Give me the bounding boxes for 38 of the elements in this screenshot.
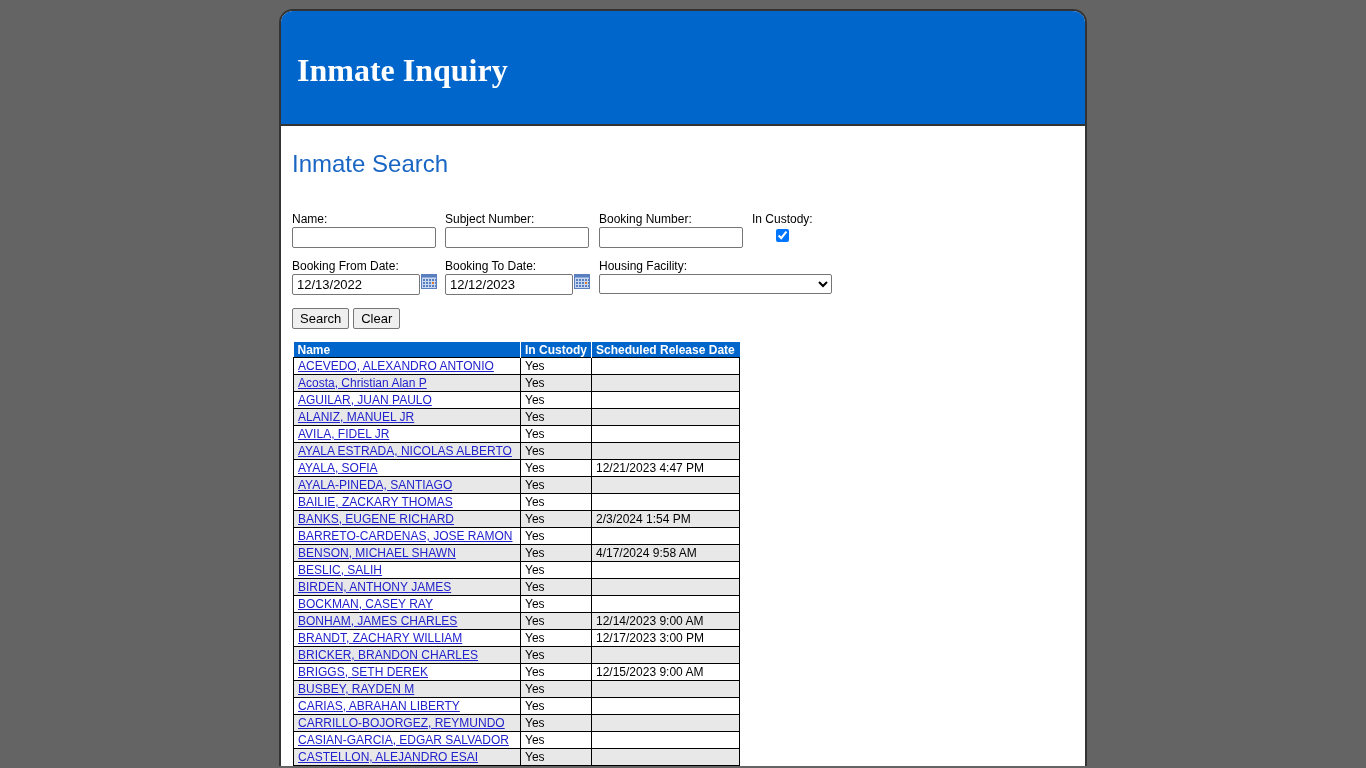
table-cell: 12/17/2023 3:00 PM bbox=[591, 629, 740, 647]
section-heading: Inmate Search bbox=[292, 150, 450, 178]
dropdown[interactable] bbox=[599, 274, 832, 294]
field-label: Name: bbox=[292, 212, 329, 226]
input-field[interactable] bbox=[292, 227, 436, 248]
table-cell: 12/21/2023 4:47 PM bbox=[591, 459, 740, 477]
table-cell: Yes bbox=[520, 459, 592, 477]
date-field[interactable]: 12/13/2022 bbox=[292, 274, 420, 295]
table-cell: Yes bbox=[520, 391, 592, 409]
column-header: Scheduled Release Date bbox=[591, 342, 740, 358]
field-label: Booking To Date: bbox=[445, 259, 538, 273]
table-cell: Yes bbox=[520, 493, 592, 511]
column-header: Name bbox=[293, 342, 521, 358]
calendar-icon[interactable] bbox=[421, 274, 437, 289]
page-title: Inmate Inquiry bbox=[297, 52, 508, 89]
date-field[interactable]: 12/12/2023 bbox=[445, 274, 573, 295]
table-cell: Yes bbox=[520, 629, 592, 647]
field-label: In Custody: bbox=[752, 212, 813, 226]
table-cell: 12/15/2023 9:00 AM bbox=[591, 663, 740, 681]
table-cell: Yes bbox=[520, 595, 592, 613]
calendar-icon[interactable] bbox=[574, 274, 590, 289]
table-cell: Yes bbox=[520, 697, 592, 715]
table-cell: Yes bbox=[520, 731, 592, 749]
checkbox[interactable] bbox=[775, 229, 789, 242]
table-cell: Yes bbox=[520, 663, 592, 681]
field-label: Housing Facility: bbox=[599, 259, 689, 273]
input-field[interactable] bbox=[599, 227, 743, 248]
table-cell: Yes bbox=[520, 561, 592, 579]
table-cell: Yes bbox=[520, 357, 592, 375]
search-button[interactable]: Search bbox=[292, 308, 350, 329]
clear-button[interactable]: Clear bbox=[353, 308, 401, 329]
field-label: Booking From Date: bbox=[292, 259, 400, 273]
table-cell: Yes bbox=[520, 425, 592, 443]
field-label: Booking Number: bbox=[599, 212, 693, 226]
input-field[interactable] bbox=[445, 227, 589, 248]
column-header: In Custody bbox=[520, 342, 592, 358]
table-cell: Yes bbox=[520, 527, 592, 545]
field-label: Subject Number: bbox=[445, 212, 536, 226]
